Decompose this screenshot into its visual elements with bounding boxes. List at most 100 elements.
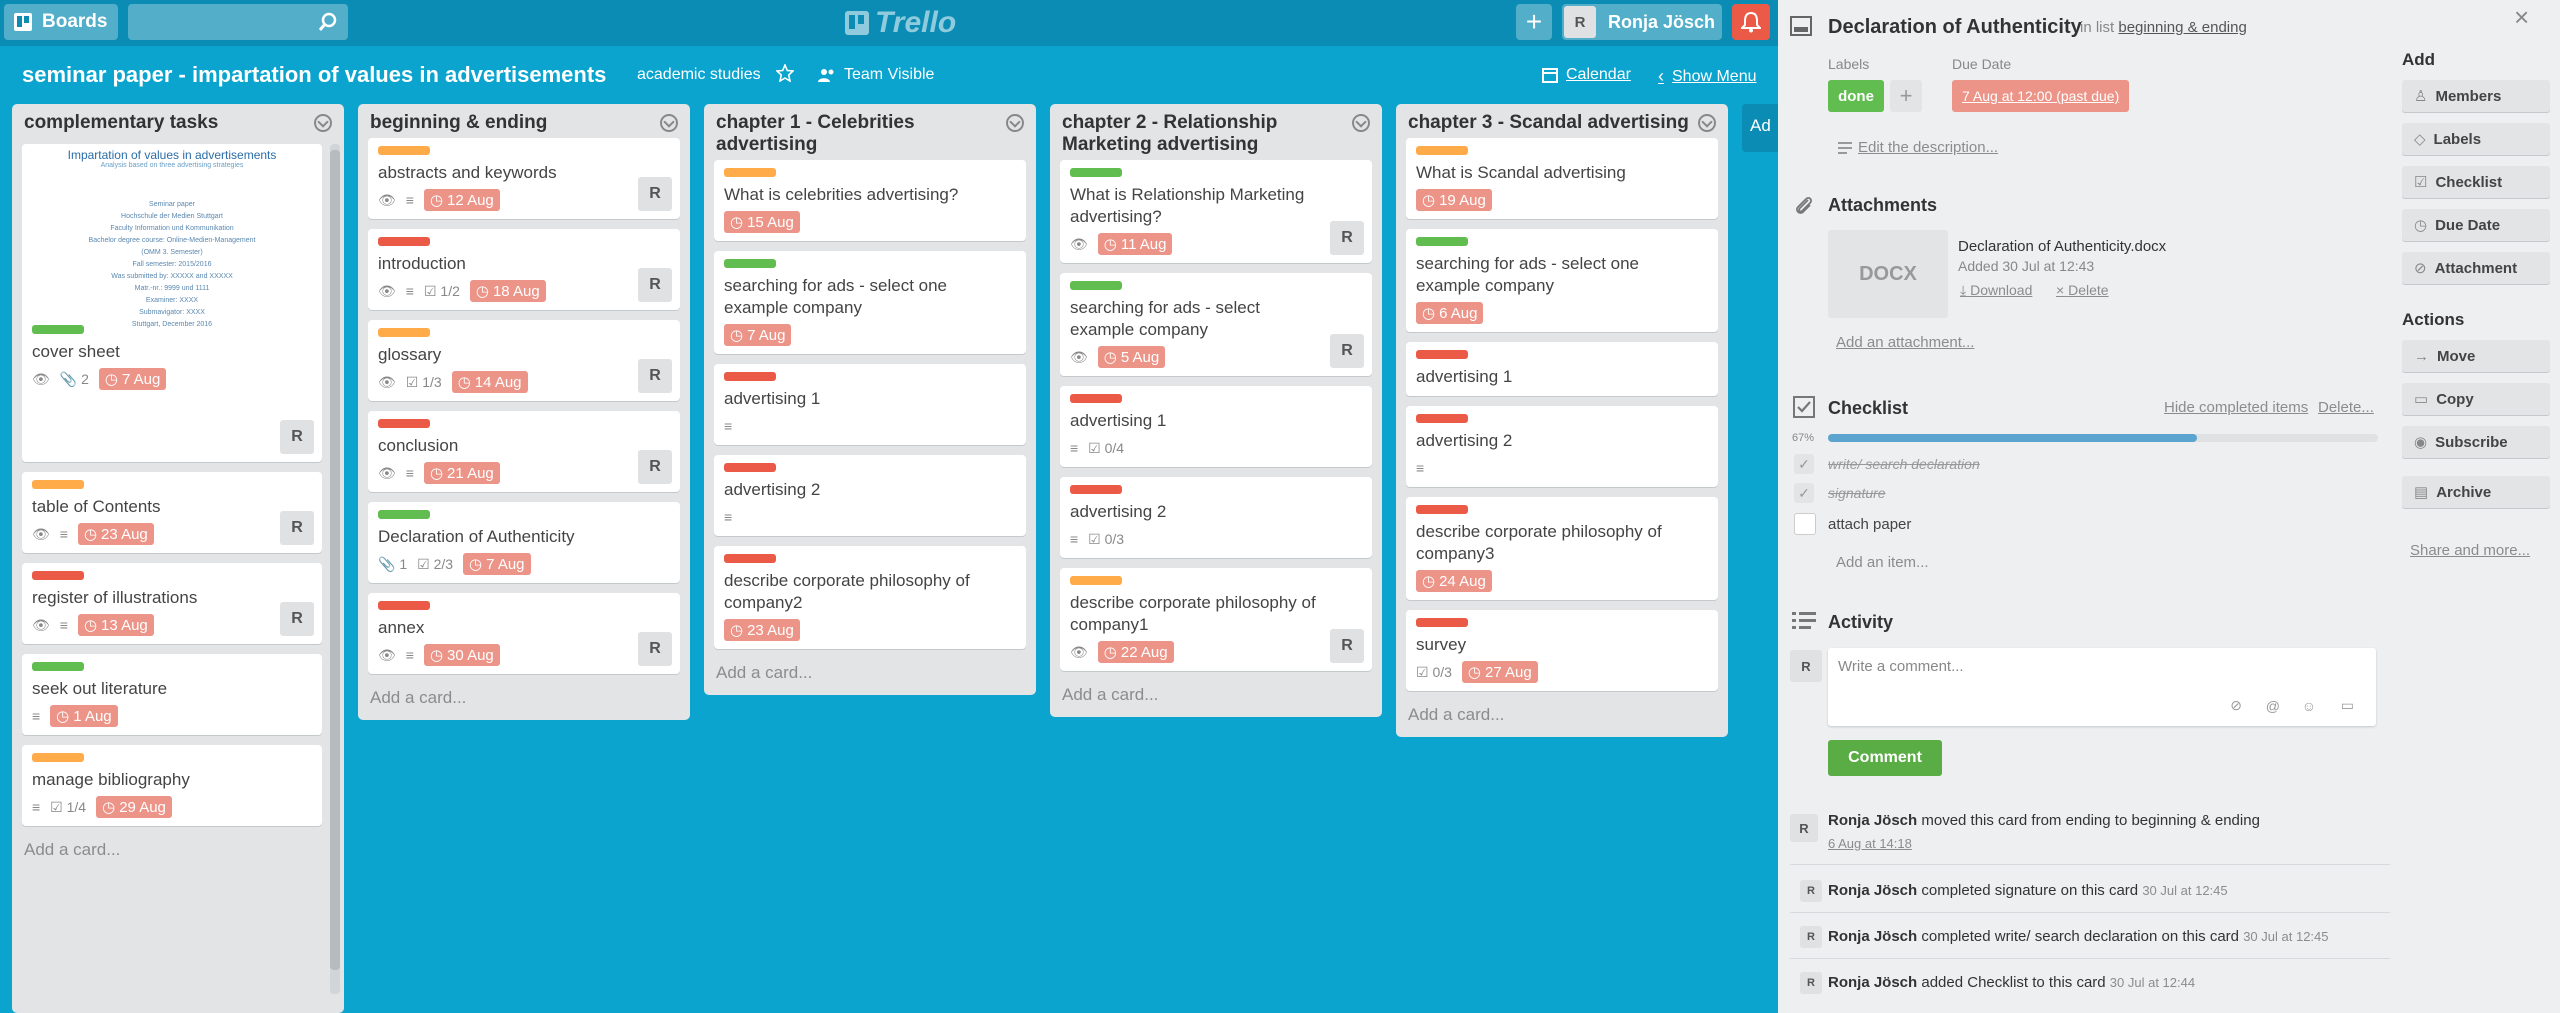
- card-seek-out-literature[interactable]: seek out literature ≡ ◷ 1 Aug: [22, 654, 322, 735]
- card-advertising-1[interactable]: advertising 1 ≡ ☑ 0/4: [1060, 386, 1372, 467]
- checkbox-checked[interactable]: ✓: [1794, 454, 1814, 474]
- card-what-is-relationship-marketing[interactable]: What is Relationship Marketing advertisi…: [1060, 160, 1372, 263]
- card-icon[interactable]: ▭: [2341, 697, 2354, 714]
- card-register-of-illustrations[interactable]: register of illustrations 👁 ≡ ◷ 13 Aug R: [22, 563, 322, 644]
- card-searching-for-ads[interactable]: searching for ads - select one example c…: [714, 251, 1026, 354]
- add-label-button[interactable]: +: [1890, 80, 1922, 112]
- checklist-item[interactable]: ✓ signature: [1794, 481, 1886, 505]
- team-name[interactable]: academic studies: [637, 66, 761, 84]
- card-advertising-2[interactable]: advertising 2 ≡: [1406, 406, 1718, 487]
- download-link[interactable]: ⤓ Download: [1960, 282, 2032, 299]
- members-button[interactable]: ♙ Members: [2402, 80, 2550, 112]
- card-advertising-2[interactable]: advertising 2 ≡ ☑ 0/3: [1060, 477, 1372, 558]
- card-conclusion[interactable]: conclusion 👁 ≡ ◷ 21 Aug R: [368, 411, 680, 492]
- add-item-link[interactable]: Add an item...: [1836, 554, 1929, 571]
- close-icon[interactable]: ×: [2514, 2, 2529, 33]
- emoji-icon[interactable]: ☺: [2302, 698, 2316, 714]
- add-button[interactable]: +: [1516, 4, 1552, 40]
- list-menu-icon[interactable]: [660, 114, 678, 132]
- card-introduction[interactable]: introduction 👁 ≡ ☑ 1/2 ◷ 18 Aug R: [368, 229, 680, 310]
- delete-checklist-link[interactable]: Delete...: [2318, 399, 2374, 416]
- add-card-link[interactable]: Add a card...: [1050, 681, 1382, 717]
- comment-input[interactable]: Write a comment... ⊘ @ ☺ ▭: [1828, 648, 2376, 726]
- card-describe-corporate-philosophy[interactable]: describe corporate philosophy of company…: [714, 546, 1026, 649]
- card-advertising-2[interactable]: advertising 2 ≡: [714, 455, 1026, 536]
- card-glossary[interactable]: glossary 👁 ☑ 1/3 ◷ 14 Aug R: [368, 320, 680, 401]
- archive-button[interactable]: ▤ Archive: [2402, 476, 2550, 508]
- user-menu-button[interactable]: R Ronja Jösch: [1562, 4, 1722, 40]
- add-card-link[interactable]: Add a card...: [358, 684, 690, 720]
- avatar[interactable]: R: [280, 511, 314, 545]
- move-button[interactable]: → Move: [2402, 340, 2550, 372]
- checklist-item[interactable]: attach paper: [1794, 512, 1911, 536]
- card-cover-sheet[interactable]: Impartation of values in advertisements …: [22, 144, 322, 462]
- card-describe-corporate-philosophy[interactable]: describe corporate philosophy of company…: [1060, 568, 1372, 671]
- card-detail-title[interactable]: Declaration of Authenticity: [1828, 16, 2082, 39]
- avatar[interactable]: R: [280, 420, 314, 454]
- list-title[interactable]: chapter 3 - Scandal advertising: [1396, 104, 1728, 138]
- hide-completed-link[interactable]: Hide completed items: [2164, 399, 2308, 416]
- add-list-stub[interactable]: Ad: [1742, 104, 1778, 152]
- card-searching-for-ads[interactable]: searching for ads - select example compa…: [1060, 273, 1372, 376]
- search-input[interactable]: [128, 4, 348, 40]
- board-title[interactable]: seminar paper - impartation of values in…: [22, 62, 606, 88]
- label-done[interactable]: done: [1828, 80, 1884, 112]
- checklist-button[interactable]: ☑ Checklist: [2402, 166, 2550, 198]
- comment-button[interactable]: Comment: [1828, 740, 1942, 776]
- copy-button[interactable]: ▭ Copy: [2402, 383, 2550, 415]
- avatar[interactable]: R: [1330, 221, 1364, 255]
- card-what-is-celebrities-advertising[interactable]: What is celebrities advertising? ◷ 15 Au…: [714, 160, 1026, 241]
- calendar-link[interactable]: Calendar: [1542, 66, 1631, 84]
- avatar[interactable]: R: [1330, 334, 1364, 368]
- due-date-badge[interactable]: 7 Aug at 12:00 (past due): [1952, 80, 2130, 112]
- list-menu-icon[interactable]: [1006, 114, 1024, 132]
- add-attachment-link[interactable]: Add an attachment...: [1836, 334, 1974, 351]
- share-and-more-link[interactable]: Share and more...: [2410, 542, 2530, 559]
- delete-attachment-link[interactable]: × Delete: [2056, 282, 2109, 298]
- checkbox-unchecked[interactable]: [1794, 513, 1816, 535]
- add-card-link[interactable]: Add a card...: [12, 836, 332, 872]
- list-menu-icon[interactable]: [1698, 114, 1716, 132]
- trello-logo[interactable]: Trello: [845, 6, 956, 40]
- list-scrollbar[interactable]: [330, 144, 340, 994]
- avatar[interactable]: R: [280, 602, 314, 636]
- list-title[interactable]: complementary tasks: [12, 104, 344, 138]
- checkbox-checked[interactable]: ✓: [1794, 483, 1814, 503]
- list-title[interactable]: chapter 1 - Celebrities advertising: [704, 104, 1036, 160]
- list-menu-icon[interactable]: [314, 114, 332, 132]
- list-title[interactable]: chapter 2 - Relationship Marketing adver…: [1050, 104, 1382, 160]
- labels-button[interactable]: ◇ Labels: [2402, 123, 2550, 155]
- attachment-button[interactable]: ⊘ Attachment: [2402, 252, 2550, 284]
- card-describe-corporate-philosophy[interactable]: describe corporate philosophy of company…: [1406, 497, 1718, 600]
- card-searching-for-ads[interactable]: searching for ads - select one example c…: [1406, 229, 1718, 332]
- card-advertising-1[interactable]: advertising 1: [1406, 342, 1718, 396]
- card-what-is-scandal-advertising[interactable]: What is Scandal advertising ◷ 19 Aug: [1406, 138, 1718, 219]
- mention-icon[interactable]: @: [2266, 698, 2280, 714]
- card-survey[interactable]: survey ☑ 0/3 ◷ 27 Aug: [1406, 610, 1718, 691]
- list-link[interactable]: beginning & ending: [2118, 19, 2246, 36]
- avatar[interactable]: R: [638, 450, 672, 484]
- due-date-button[interactable]: ◷ Due Date: [2402, 209, 2550, 241]
- activity-timestamp[interactable]: 6 Aug at 14:18: [1828, 836, 1912, 851]
- add-card-link[interactable]: Add a card...: [704, 659, 1036, 695]
- visibility-button[interactable]: Team Visible: [818, 66, 934, 84]
- card-manage-bibliography[interactable]: manage bibliography ≡ ☑ 1/4 ◷ 29 Aug: [22, 745, 322, 826]
- star-button[interactable]: [776, 64, 794, 82]
- list-title[interactable]: beginning & ending: [358, 104, 690, 138]
- notifications-button[interactable]: [1732, 4, 1770, 40]
- attachment-icon[interactable]: ⊘: [2230, 697, 2242, 714]
- avatar[interactable]: R: [638, 632, 672, 666]
- avatar[interactable]: R: [1330, 629, 1364, 663]
- card-advertising-1[interactable]: advertising 1 ≡: [714, 364, 1026, 445]
- subscribe-button[interactable]: ◉ Subscribe: [2402, 426, 2550, 458]
- avatar[interactable]: R: [638, 177, 672, 211]
- attachment-thumbnail[interactable]: DOCX: [1828, 230, 1948, 318]
- boards-button[interactable]: Boards: [4, 4, 118, 40]
- add-card-link[interactable]: Add a card...: [1396, 701, 1728, 737]
- card-abstracts-and-keywords[interactable]: abstracts and keywords 👁 ≡ ◷ 12 Aug R: [368, 138, 680, 219]
- card-table-of-contents[interactable]: table of Contents 👁 ≡ ◷ 23 Aug R: [22, 472, 322, 553]
- edit-description-link[interactable]: Edit the description...: [1858, 139, 1998, 156]
- list-menu-icon[interactable]: [1352, 114, 1370, 132]
- show-menu-link[interactable]: ‹ Show Menu: [1658, 66, 1757, 87]
- card-declaration-of-authenticity[interactable]: Declaration of Authenticity 📎 1 ☑ 2/3 ◷ 7 …: [368, 502, 680, 583]
